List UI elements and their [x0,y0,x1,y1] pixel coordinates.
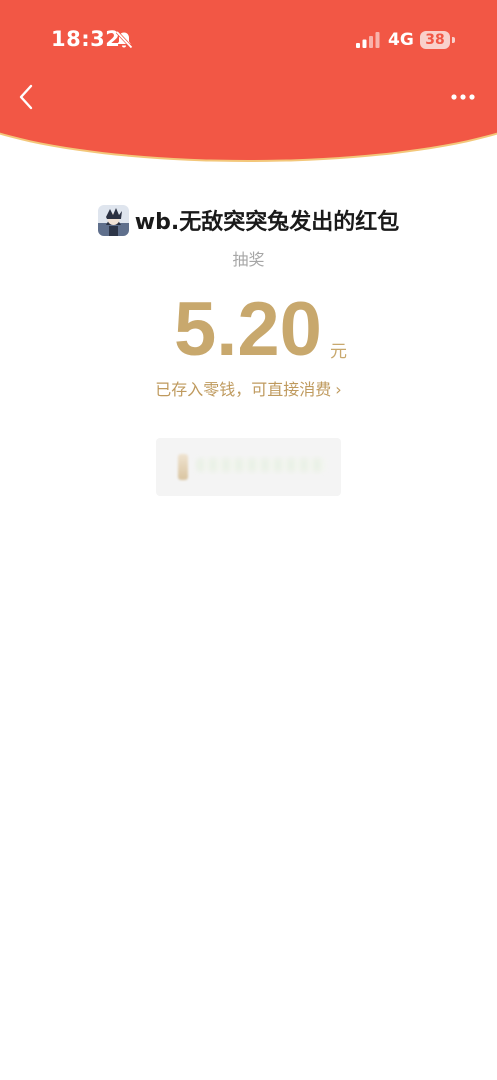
more-button[interactable] [446,84,482,110]
sender-title: wb.无敌突突兔发出的红包 [134,210,400,235]
status-bar: 18:32 4G 38 [0,0,497,80]
amount-value: 5.20 [174,287,322,372]
avatar[interactable] [97,204,129,236]
status-time: 18:32 [51,27,121,51]
amount-row: 5.20 元 [0,288,497,368]
packet-type-label: 抽奖 [232,250,265,269]
battery-tip [452,37,455,43]
saved-to-change-link[interactable]: 已存入零钱，可直接消费 › [0,376,497,400]
battery-level: 38 [420,31,450,49]
blurred-content [196,458,326,472]
sender-row: wb.无敌突突兔发出的红包 [0,200,497,240]
back-button[interactable] [14,80,44,114]
network-type: 4G [388,30,414,50]
chevron-left-icon [19,84,33,110]
bell-mute-icon [115,30,133,49]
more-dots-icon [451,94,475,100]
saved-to-change-text: 已存入零钱，可直接消费 [155,380,332,399]
blurred-reply-card[interactable] [156,438,341,496]
blurred-thumbnail [178,454,188,480]
amount-unit: 元 [329,342,347,362]
red-packet-detail-screen: 18:32 4G 38 wb.无敌突突兔发出的红包 抽奖 5.20 元 已存入零… [0,0,497,1080]
signal-icon [356,32,380,48]
chevron-right-icon: › [335,380,342,399]
